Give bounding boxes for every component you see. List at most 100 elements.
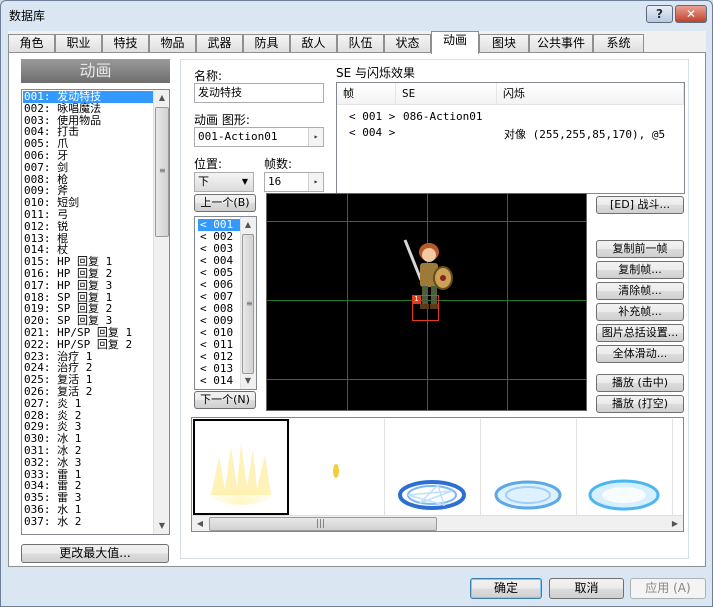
graphic-browse-icon[interactable]: ▸ xyxy=(308,128,323,146)
list-item[interactable]: 006: 牙 xyxy=(23,150,153,162)
tab-9[interactable]: 状态 xyxy=(384,34,431,53)
clear-frame-button[interactable]: 清除帧... xyxy=(596,282,684,300)
animation-editor: 名称: 发动特技 动画 图形: 001-Action01 ▸ 位置: 下 ▼ 帧… xyxy=(180,59,689,559)
next-frame-button[interactable]: 下一个(N) xyxy=(194,391,256,409)
list-item[interactable]: 002: 咏唱魔法 xyxy=(23,102,153,115)
prev-frame-button[interactable]: 上一个(B) xyxy=(194,194,256,212)
magic-circle-icon xyxy=(588,479,660,511)
pattern-cell[interactable] xyxy=(193,419,289,515)
pattern-cell[interactable] xyxy=(386,419,481,515)
tab-3[interactable]: 特技 xyxy=(102,34,149,53)
list-item[interactable]: 021: HP/SP 回复 1 xyxy=(23,327,153,339)
scroll-thumb[interactable]: ||| xyxy=(209,517,437,531)
name-label: 名称: xyxy=(194,69,223,83)
magic-circle-icon xyxy=(398,480,466,510)
tab-6[interactable]: 防具 xyxy=(243,34,290,53)
grid-line xyxy=(507,194,508,410)
tab-8[interactable]: 队伍 xyxy=(337,34,384,53)
list-item[interactable]: 037: 水 2 xyxy=(23,515,153,528)
change-max-button[interactable]: 更改最大值... xyxy=(21,544,169,563)
close-button[interactable]: ✕ xyxy=(675,5,707,23)
list-item[interactable]: 036: 水 1 xyxy=(23,504,153,516)
se-flash-table[interactable]: 帧 SE 闪烁 < 001 > 086-Action01 < 004 > 对像 … xyxy=(336,82,685,194)
tab-2[interactable]: 职业 xyxy=(55,34,102,53)
tab-11[interactable]: 图块 xyxy=(479,34,529,53)
cancel-button[interactable]: 取消 xyxy=(549,578,624,599)
scroll-thumb[interactable]: ≡ xyxy=(155,107,169,237)
pattern-cell[interactable] xyxy=(290,419,385,515)
ok-button[interactable]: 确定 xyxy=(470,578,542,599)
frame-list[interactable]: < 001 < 002 < 003 < 004 < 005 < 006 < 007 < 008… xyxy=(194,216,257,390)
list-item[interactable]: 022: HP/SP 回复 2 xyxy=(23,338,153,351)
pattern-cell[interactable] xyxy=(482,419,577,515)
pattern-cell[interactable] xyxy=(578,419,673,515)
graphic-selector[interactable]: 001-Action01 ▸ xyxy=(194,127,324,147)
battle-button[interactable]: [ED] 战斗... xyxy=(596,196,684,214)
tab-10[interactable]: 动画 xyxy=(431,31,479,54)
animation-stage[interactable]: 1 xyxy=(266,193,587,411)
animation-tab-panel: 动画 001: 发动特技 002: 咏唱魔法 003: 使用物品 004: 打击 005… xyxy=(8,52,706,567)
list-item[interactable]: 016: HP 回复 2 xyxy=(23,268,153,280)
animation-list[interactable]: 001: 发动特技 002: 咏唱魔法 003: 使用物品 004: 打击 005: 爪… xyxy=(21,89,170,535)
database-window: 数据库 ? ✕ 角色 职业 特技 物品 武器 防具 敌人 队伍 状态 动画 图块 公共事件 系统 动画 … xyxy=(0,0,713,607)
row-frame: < 001 > xyxy=(349,110,396,123)
magic-circle-icon xyxy=(494,480,562,510)
list-scrollbar[interactable]: ▲ ≡ ▼ xyxy=(153,90,169,534)
window-title: 数据库 xyxy=(9,9,46,23)
scroll-left-icon[interactable]: ◀ xyxy=(192,516,208,531)
position-combobox[interactable]: 下 ▼ xyxy=(194,172,254,192)
tween-button[interactable]: 补充帧... xyxy=(596,303,684,321)
list-item[interactable]: 031: 冰 2 xyxy=(23,445,153,457)
scroll-down-icon[interactable]: ▼ xyxy=(241,373,255,389)
chevron-down-icon: ▼ xyxy=(241,177,249,186)
frames-stepper[interactable]: 16 ▸ xyxy=(264,172,324,192)
help-button[interactable]: ? xyxy=(646,5,673,23)
tab-5[interactable]: 武器 xyxy=(196,34,243,53)
tab-13[interactable]: 系统 xyxy=(593,34,644,53)
graphic-value: 001-Action01 xyxy=(198,130,278,143)
client-area: 角色 职业 特技 物品 武器 防具 敌人 队伍 状态 动画 图块 公共事件 系统 动画 001: 发动特… xyxy=(8,31,706,567)
list-item[interactable]: 012: 锐 xyxy=(23,220,153,233)
title-bar[interactable]: 数据库 ? ✕ xyxy=(1,1,712,29)
position-label: 位置: xyxy=(194,157,223,171)
copy-frame-button[interactable]: 复制帧... xyxy=(596,261,684,279)
scroll-right-icon[interactable]: ▶ xyxy=(667,516,683,531)
frames-value: 16 xyxy=(268,175,282,188)
scroll-down-icon[interactable]: ▼ xyxy=(154,518,169,534)
frame-item[interactable]: < 014 xyxy=(198,375,240,387)
stepper-icon[interactable]: ▸ xyxy=(308,173,323,191)
list-item[interactable]: 011: 弓 xyxy=(23,209,153,221)
row-frame: < 004 > xyxy=(349,126,396,139)
name-input[interactable]: 发动特技 xyxy=(194,83,324,103)
scroll-up-icon[interactable]: ▲ xyxy=(241,217,255,233)
scroll-up-icon[interactable]: ▲ xyxy=(154,90,169,106)
play-miss-button[interactable]: 播放 (打空) xyxy=(596,395,684,413)
column-se[interactable]: SE xyxy=(396,83,497,105)
list-item[interactable]: 026: 复活 2 xyxy=(23,386,153,398)
cell-batch-button[interactable]: 图片总括设置... xyxy=(596,324,684,342)
list-item[interactable]: 007: 剑 xyxy=(23,161,153,174)
tab-12[interactable]: 公共事件 xyxy=(529,34,593,53)
tab-7[interactable]: 敌人 xyxy=(290,34,337,53)
column-frame[interactable]: 帧 xyxy=(337,83,396,105)
row-flash: 对像 (255,255,85,170), @5 xyxy=(504,128,666,141)
position-value: 下 xyxy=(198,175,209,188)
tab-4[interactable]: 物品 xyxy=(149,34,196,53)
cell-number: 1 xyxy=(412,295,421,304)
play-hit-button[interactable]: 播放 (击中) xyxy=(596,374,684,392)
entire-slide-button[interactable]: 全体滑动... xyxy=(596,345,684,363)
list-header: 动画 xyxy=(21,59,170,83)
tab-1[interactable]: 角色 xyxy=(8,34,55,53)
list-item[interactable]: 017: HP 回复 3 xyxy=(23,279,153,292)
cell-pattern-strip[interactable]: ◀ ||| ▶ xyxy=(191,417,684,532)
list-item[interactable]: 032: 冰 3 xyxy=(23,456,153,469)
scroll-thumb[interactable]: ≡ xyxy=(242,234,254,374)
glow-pattern-icon xyxy=(207,443,275,505)
list-item[interactable]: 027: 炎 1 xyxy=(23,397,153,410)
column-flash[interactable]: 闪烁 xyxy=(497,83,684,105)
frame-list-scrollbar[interactable]: ▲ ≡ ▼ xyxy=(240,217,256,389)
copy-previous-frame-button[interactable]: 复制前一帧 xyxy=(596,240,684,258)
row-se: 086-Action01 xyxy=(403,110,483,123)
apply-button[interactable]: 应用 (A) xyxy=(630,578,706,599)
strip-scrollbar[interactable]: ◀ ||| ▶ xyxy=(192,515,683,531)
